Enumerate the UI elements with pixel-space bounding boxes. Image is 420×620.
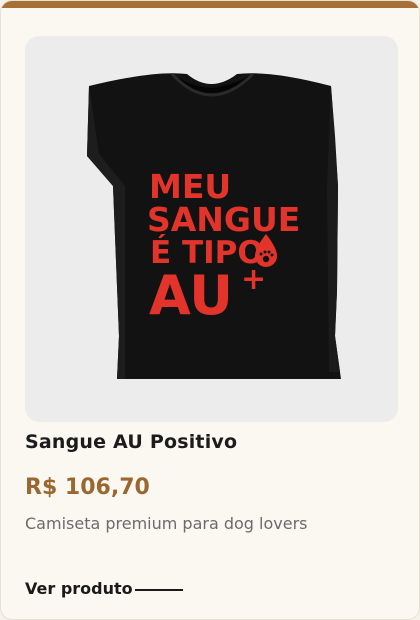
tshirt-illustration: MEU SANGUE É TIPO AU + <box>87 72 341 379</box>
product-description: Camiseta premium para dog lovers <box>25 514 308 533</box>
print-line-2: SANGUE <box>147 200 300 239</box>
view-product-link[interactable]: Ver produto <box>25 579 183 598</box>
print-plus-sign: + <box>241 262 266 297</box>
product-title[interactable]: Sangue AU Positivo <box>25 431 237 453</box>
product-price: R$ 106,70 <box>25 475 150 500</box>
print-line-4: AU <box>149 264 233 327</box>
product-card[interactable]: MEU SANGUE É TIPO AU + Sangue AU Positiv… <box>0 0 420 620</box>
accent-top-bar <box>1 1 419 8</box>
arrow-line-icon <box>134 588 183 591</box>
view-product-label: Ver produto <box>25 579 133 598</box>
product-image[interactable]: MEU SANGUE É TIPO AU + <box>25 36 398 422</box>
